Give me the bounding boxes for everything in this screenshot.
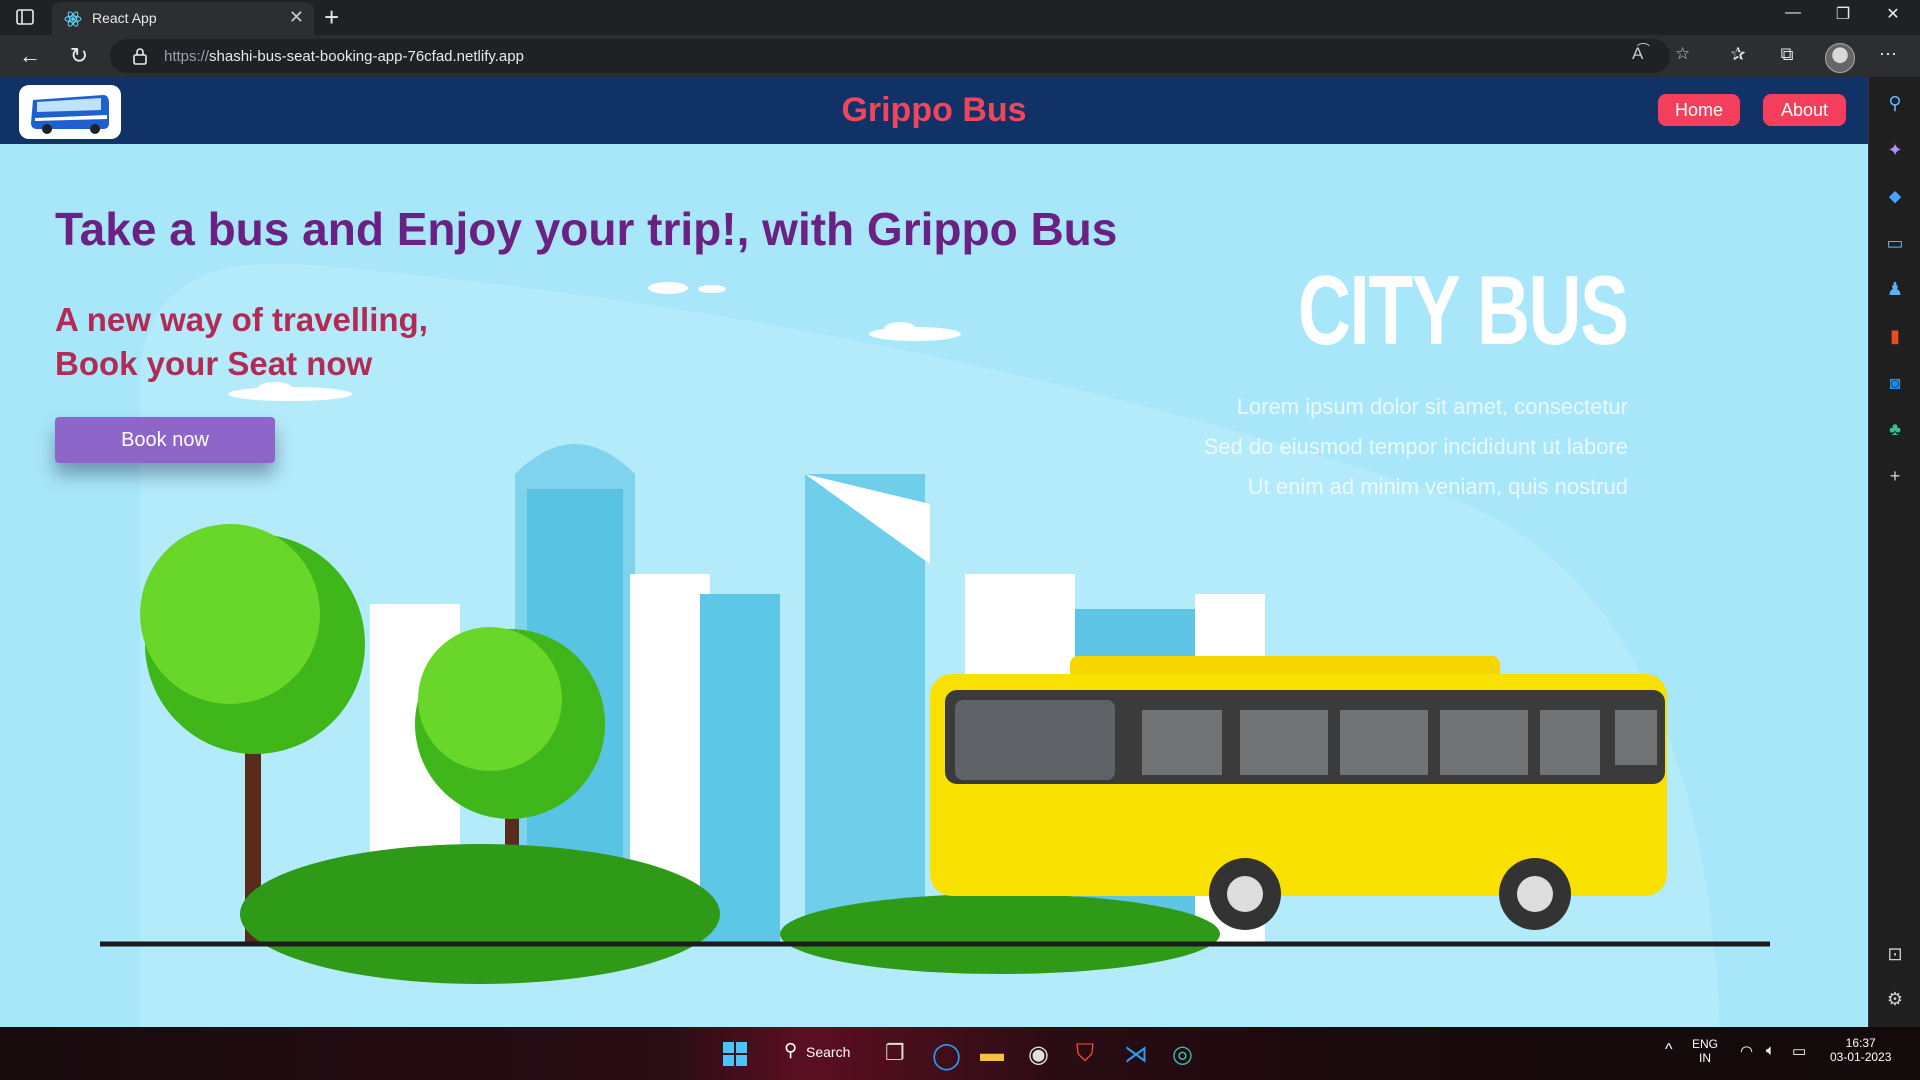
drop-icon[interactable]: ♣ bbox=[1883, 417, 1907, 441]
settings-gear-icon[interactable]: ⚙ bbox=[1883, 987, 1907, 1011]
profile-avatar[interactable] bbox=[1825, 43, 1855, 73]
close-window-icon[interactable]: ✕ bbox=[1878, 4, 1908, 24]
task-view-icon[interactable]: ❐ bbox=[885, 1040, 913, 1068]
search-icon[interactable]: ⚲ bbox=[1883, 91, 1907, 115]
url-text[interactable]: https://shashi-bus-seat-booking-app-76cf… bbox=[164, 48, 524, 65]
windows-taskbar: ⚲ Search ❐ ◯ ▬ ◉ ⛉ ⋊ ◎ ^ ENG IN ◠ 🔈︎ ▭ 16… bbox=[0, 1027, 1920, 1080]
wifi-icon[interactable]: ◠ bbox=[1740, 1042, 1753, 1060]
battery-icon[interactable]: ▭ bbox=[1792, 1042, 1806, 1060]
add-favorite-icon[interactable]: ☆ bbox=[1675, 44, 1690, 64]
yellow-bus-shape bbox=[930, 656, 1667, 930]
minimize-icon[interactable]: — bbox=[1778, 4, 1808, 22]
restore-icon[interactable]: ❐ bbox=[1828, 4, 1858, 24]
split-screen-icon[interactable]: ⊡ bbox=[1883, 942, 1907, 966]
nav-about-button[interactable]: About bbox=[1763, 94, 1846, 126]
tab-title: React App bbox=[92, 10, 157, 26]
collections-icon[interactable]: ⧉ bbox=[1773, 44, 1801, 65]
clock-time: 16:37 bbox=[1845, 1036, 1876, 1050]
react-icon bbox=[64, 11, 82, 27]
illustration-text-line: Sed do eiusmod tempor incididunt ut labo… bbox=[1203, 434, 1628, 459]
refresh-icon[interactable]: ↻ bbox=[66, 44, 92, 68]
new-tab-icon[interactable]: + bbox=[324, 2, 339, 32]
site-brand-title: Grippo Bus bbox=[841, 91, 1027, 129]
clock[interactable]: 16:37 03-01-2023 bbox=[1830, 1036, 1891, 1064]
illustration-text-line: Lorem ipsum dolor sit amet, consectetur bbox=[1236, 394, 1628, 419]
back-icon[interactable]: ← bbox=[17, 44, 43, 68]
brave-icon[interactable]: ⛉ bbox=[1076, 1040, 1104, 1068]
more-options-icon[interactable]: ⋯ bbox=[1874, 44, 1902, 65]
games-icon[interactable]: ♟ bbox=[1883, 277, 1907, 301]
show-hidden-icons-icon[interactable]: ^ bbox=[1665, 1041, 1673, 1059]
lock-icon[interactable] bbox=[132, 47, 148, 65]
volume-icon[interactable]: 🔈︎ bbox=[1766, 1042, 1775, 1059]
browser-tab[interactable]: React App ✕ bbox=[52, 2, 314, 35]
hero-subline-1: A new way of travelling, bbox=[55, 301, 428, 338]
close-tab-icon[interactable]: ✕ bbox=[289, 8, 304, 26]
hero-section: Take a bus and Enjoy your trip!, with Gr… bbox=[0, 144, 1868, 1027]
book-now-button[interactable]: Book now bbox=[55, 417, 275, 463]
web-page: Grippo Bus Home About Take a bus and Enj… bbox=[0, 77, 1868, 1027]
discover-icon[interactable]: ✦ bbox=[1883, 138, 1907, 162]
file-explorer-icon[interactable]: ▬ bbox=[980, 1040, 1008, 1068]
office-icon[interactable]: ▮ bbox=[1883, 324, 1907, 348]
nav-home-button[interactable]: Home bbox=[1658, 94, 1740, 126]
hero-headline: Take a bus and Enjoy your trip!, with Gr… bbox=[55, 203, 1118, 255]
edge-icon[interactable]: ◎ bbox=[1172, 1040, 1200, 1068]
windows-start-icon[interactable] bbox=[721, 1040, 749, 1068]
site-navbar: Grippo Bus Home About bbox=[0, 77, 1868, 144]
hero-subline-2: Book your Seat now bbox=[55, 345, 373, 382]
add-icon[interactable]: + bbox=[1883, 464, 1907, 488]
tools-icon[interactable]: ▭ bbox=[1883, 231, 1907, 255]
hero-subline: A new way of travelling, Book your Seat … bbox=[55, 298, 428, 386]
read-aloud-icon[interactable]: A͡ bbox=[1632, 44, 1643, 64]
browser-toolbar: ← ↻ https://shashi-bus-seat-booking-app-… bbox=[0, 35, 1920, 77]
vscode-icon[interactable]: ⋊ bbox=[1124, 1040, 1152, 1068]
language-indicator[interactable]: ENG IN bbox=[1692, 1037, 1718, 1065]
tab-actions-icon[interactable] bbox=[14, 7, 36, 27]
clock-date: 03-01-2023 bbox=[1830, 1050, 1892, 1064]
shopping-tag-icon[interactable]: ⬥ bbox=[1883, 184, 1907, 208]
cortana-icon[interactable]: ◯ bbox=[932, 1040, 961, 1070]
favorites-icon[interactable]: ✰ bbox=[1724, 44, 1752, 65]
outlook-icon[interactable]: ◙ bbox=[1883, 371, 1907, 395]
edge-sidebar: ⚲ ✦ ⬥ ▭ ♟ ▮ ◙ ♣ + ⊡ ⚙ bbox=[1868, 77, 1920, 1027]
illustration-city-bus-title: CITY BUS bbox=[1298, 255, 1629, 365]
address-bar[interactable]: https://shashi-bus-seat-booking-app-76cf… bbox=[110, 39, 1690, 73]
browser-tab-bar: React App ✕ + — ❐ ✕ bbox=[0, 0, 1920, 35]
chrome-icon[interactable]: ◉ bbox=[1028, 1040, 1056, 1068]
illustration-text-line: Ut enim ad minim veniam, quis nostrud bbox=[1247, 474, 1628, 499]
taskbar-search-label[interactable]: Search bbox=[806, 1044, 850, 1060]
